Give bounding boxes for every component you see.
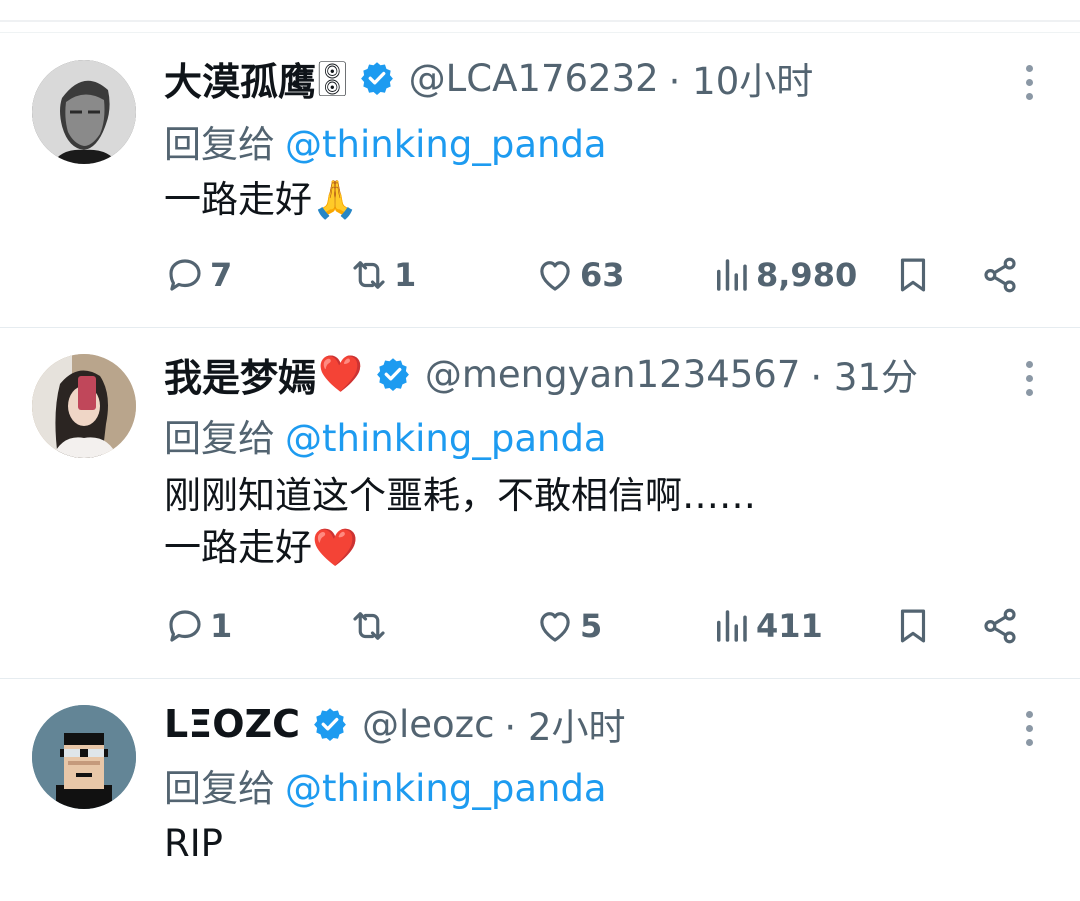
like-button[interactable]: 63 <box>534 250 625 300</box>
verified-badge-icon <box>376 358 409 391</box>
user-handle[interactable]: @leozc <box>362 703 494 746</box>
tweet-actions: 7 1 63 8,980 <box>164 250 1034 300</box>
repost-count: 1 <box>394 256 417 294</box>
timestamp[interactable]: · 2小时 <box>504 697 625 751</box>
tweet-text: RIP <box>164 818 223 870</box>
display-name[interactable]: 大漠孤鹰 <box>164 51 316 106</box>
verified-badge-icon <box>314 708 346 741</box>
reply-to-label: 回复给 <box>164 123 275 166</box>
avatar[interactable] <box>32 354 136 458</box>
repost-button[interactable]: 1 <box>348 250 416 300</box>
reply-to-handle[interactable]: @thinking_panda <box>285 767 607 810</box>
reply-to-handle[interactable]: @thinking_panda <box>285 417 607 460</box>
tweet-header: 大漠孤鹰 🀚 @LCA176232 · 10小时 <box>164 50 813 106</box>
pixel-art-avatar-icon <box>32 705 136 809</box>
top-divider-lower <box>0 32 1080 33</box>
share-icon <box>984 608 1016 644</box>
more-options-icon[interactable] <box>1024 65 1036 107</box>
tweet-text-line: RIP <box>164 822 223 865</box>
like-count: 5 <box>580 607 603 645</box>
tweet-divider <box>0 327 1080 328</box>
views-button[interactable]: 8,980 <box>710 250 857 300</box>
views-button[interactable]: 411 <box>710 601 823 651</box>
reply-to-label: 回复给 <box>164 417 275 460</box>
display-name[interactable]: LΞOZC <box>164 702 300 746</box>
like-count: 63 <box>580 256 625 294</box>
reply-count: 1 <box>210 607 233 645</box>
share-button[interactable] <box>979 601 1025 651</box>
views-count: 411 <box>756 607 823 645</box>
reply-to-line: 回复给 @thinking_panda <box>164 408 607 462</box>
reply-to-line: 回复给 @thinking_panda <box>164 758 607 812</box>
verified-badge-icon <box>360 62 393 95</box>
reply-count: 7 <box>210 256 233 294</box>
timestamp[interactable]: · 10小时 <box>669 51 814 105</box>
name-emoji: 🀚 <box>318 57 347 98</box>
tweet-actions: 1 5 411 <box>164 601 1034 651</box>
reply-to-handle[interactable]: @thinking_panda <box>285 123 607 166</box>
tweet-text: 一路走好🙏 <box>164 174 358 226</box>
reply-icon <box>169 610 201 642</box>
tweet-header: LΞOZC @leozc · 2小时 <box>164 696 626 752</box>
reply-button[interactable]: 1 <box>164 601 232 651</box>
tweet-header: 我是梦嫣 ❤️ @mengyan1234567 · 31分 <box>164 346 918 402</box>
views-icon <box>717 259 747 291</box>
views-count: 8,980 <box>756 256 858 294</box>
bookmark-icon <box>900 258 926 292</box>
user-handle[interactable]: @mengyan1234567 <box>425 353 801 396</box>
bookmark-button[interactable] <box>892 250 938 300</box>
tweet-text-line: 一路走好🙏 <box>164 178 359 221</box>
selfie-photo-icon <box>32 354 136 458</box>
reply-to-label: 回复给 <box>164 767 275 810</box>
views-icon <box>717 610 747 642</box>
heart-icon <box>540 612 570 642</box>
user-handle[interactable]: @LCA176232 <box>409 57 659 100</box>
more-options-icon[interactable] <box>1024 711 1036 753</box>
reply-button[interactable]: 7 <box>164 250 232 300</box>
avatar[interactable] <box>32 705 136 809</box>
repost-icon <box>353 612 385 640</box>
tweet-text-line: 一路走好❤️ <box>164 526 359 569</box>
repost-button[interactable] <box>348 601 394 651</box>
top-bar <box>0 0 1080 34</box>
share-button[interactable] <box>979 250 1025 300</box>
timestamp[interactable]: · 31分 <box>810 347 918 401</box>
avatar[interactable] <box>32 60 136 164</box>
heart-icon <box>540 261 570 291</box>
portrait-photo-icon <box>32 60 136 164</box>
more-options-icon[interactable] <box>1024 361 1036 403</box>
repost-icon <box>353 261 385 289</box>
share-icon <box>984 257 1016 293</box>
top-divider <box>0 20 1080 22</box>
tweet-text: 刚刚知道这个噩耗，不敢相信啊…… 一路走好❤️ <box>164 470 756 574</box>
like-button[interactable]: 5 <box>534 601 602 651</box>
heart-emoji: ❤️ <box>318 354 363 395</box>
tweet-text-line: 刚刚知道这个噩耗，不敢相信啊…… <box>164 474 756 517</box>
bookmark-icon <box>900 609 926 643</box>
display-name[interactable]: 我是梦嫣 <box>164 347 316 402</box>
tweet-divider <box>0 678 1080 679</box>
bookmark-button[interactable] <box>892 601 938 651</box>
reply-icon <box>169 259 201 291</box>
reply-to-line: 回复给 @thinking_panda <box>164 114 607 168</box>
